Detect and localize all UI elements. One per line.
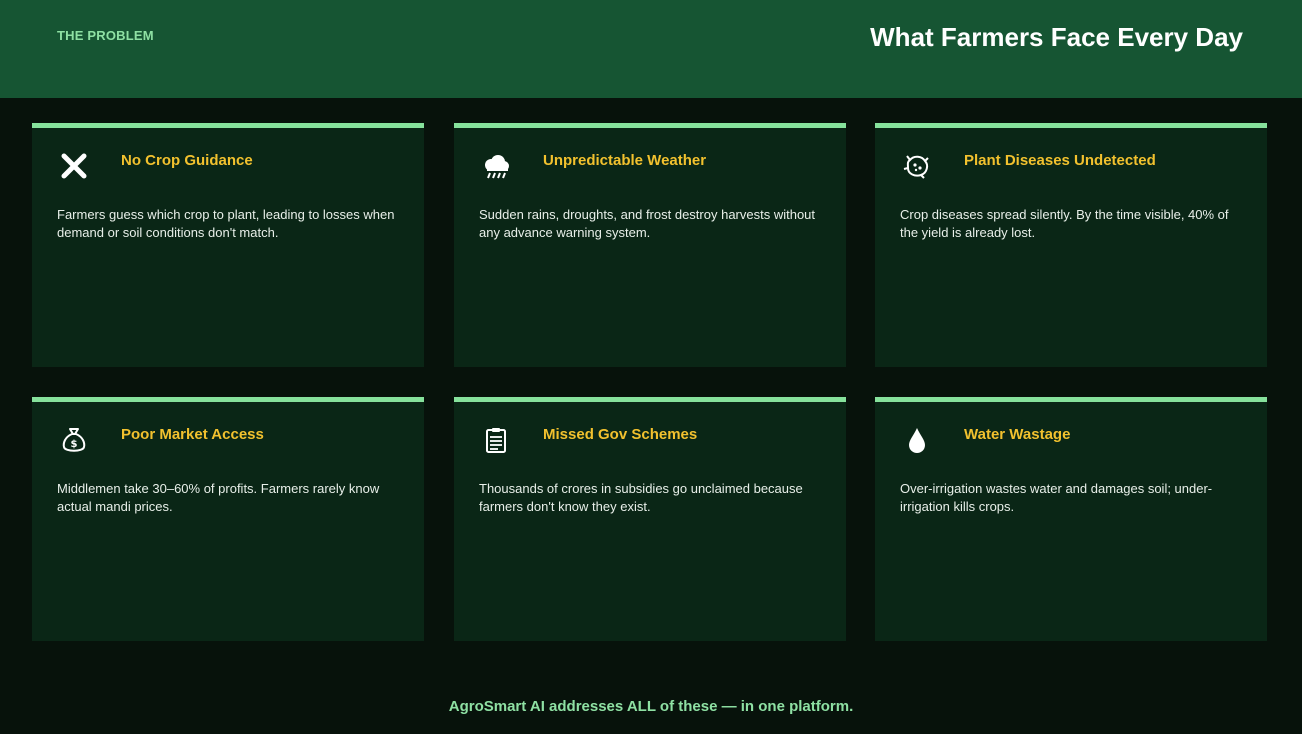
card-description: Over-irrigation wastes water and damages…: [900, 481, 1213, 514]
problem-card-gov-schemes: Missed Gov Schemes Thousands of crores i…: [454, 397, 846, 641]
card-description: Farmers guess which crop to plant, leadi…: [57, 207, 395, 240]
microbe-icon: [900, 149, 934, 183]
page-title: What Farmers Face Every Day: [870, 22, 1243, 52]
card-description: Sudden rains, droughts, and frost destro…: [479, 207, 816, 240]
card-title: Unpredictable Weather: [543, 152, 707, 169]
storm-cloud-icon: [479, 149, 513, 183]
problem-card-water-wastage: Water Wastage Over-irrigation wastes wat…: [875, 397, 1267, 641]
svg-text:$: $: [71, 439, 78, 450]
water-drop-icon: [900, 423, 934, 457]
problem-card-market-access: $ Poor Market Access Middlemen take 30–6…: [32, 397, 424, 641]
card-title: Plant Diseases Undetected: [964, 152, 1156, 169]
cross-mark-icon: [57, 149, 91, 183]
card-title: Poor Market Access: [121, 426, 264, 443]
slide: THE PROBLEM What Farmers Face Every Day …: [0, 0, 1302, 734]
card-description: Middlemen take 30–60% of profits. Farmer…: [57, 481, 380, 514]
header-banner: THE PROBLEM What Farmers Face Every Day: [0, 0, 1302, 98]
section-kicker: THE PROBLEM: [57, 28, 154, 43]
card-description: Thousands of crores in subsidies go uncl…: [479, 481, 803, 514]
footer-tagline: AgroSmart AI addresses ALL of these — in…: [448, 698, 854, 715]
card-description: Crop diseases spread silently. By the ti…: [900, 207, 1229, 240]
problem-card-weather: Unpredictable Weather Sudden rains, drou…: [454, 123, 846, 367]
money-bag-icon: $: [57, 423, 91, 457]
clipboard-icon: [479, 423, 513, 457]
card-title: No Crop Guidance: [121, 152, 253, 169]
problem-card-diseases: Plant Diseases Undetected Crop diseases …: [875, 123, 1267, 367]
card-title: Missed Gov Schemes: [543, 426, 698, 443]
card-title: Water Wastage: [964, 426, 1071, 443]
problem-card-crop-guidance: No Crop Guidance Farmers guess which cro…: [32, 123, 424, 367]
